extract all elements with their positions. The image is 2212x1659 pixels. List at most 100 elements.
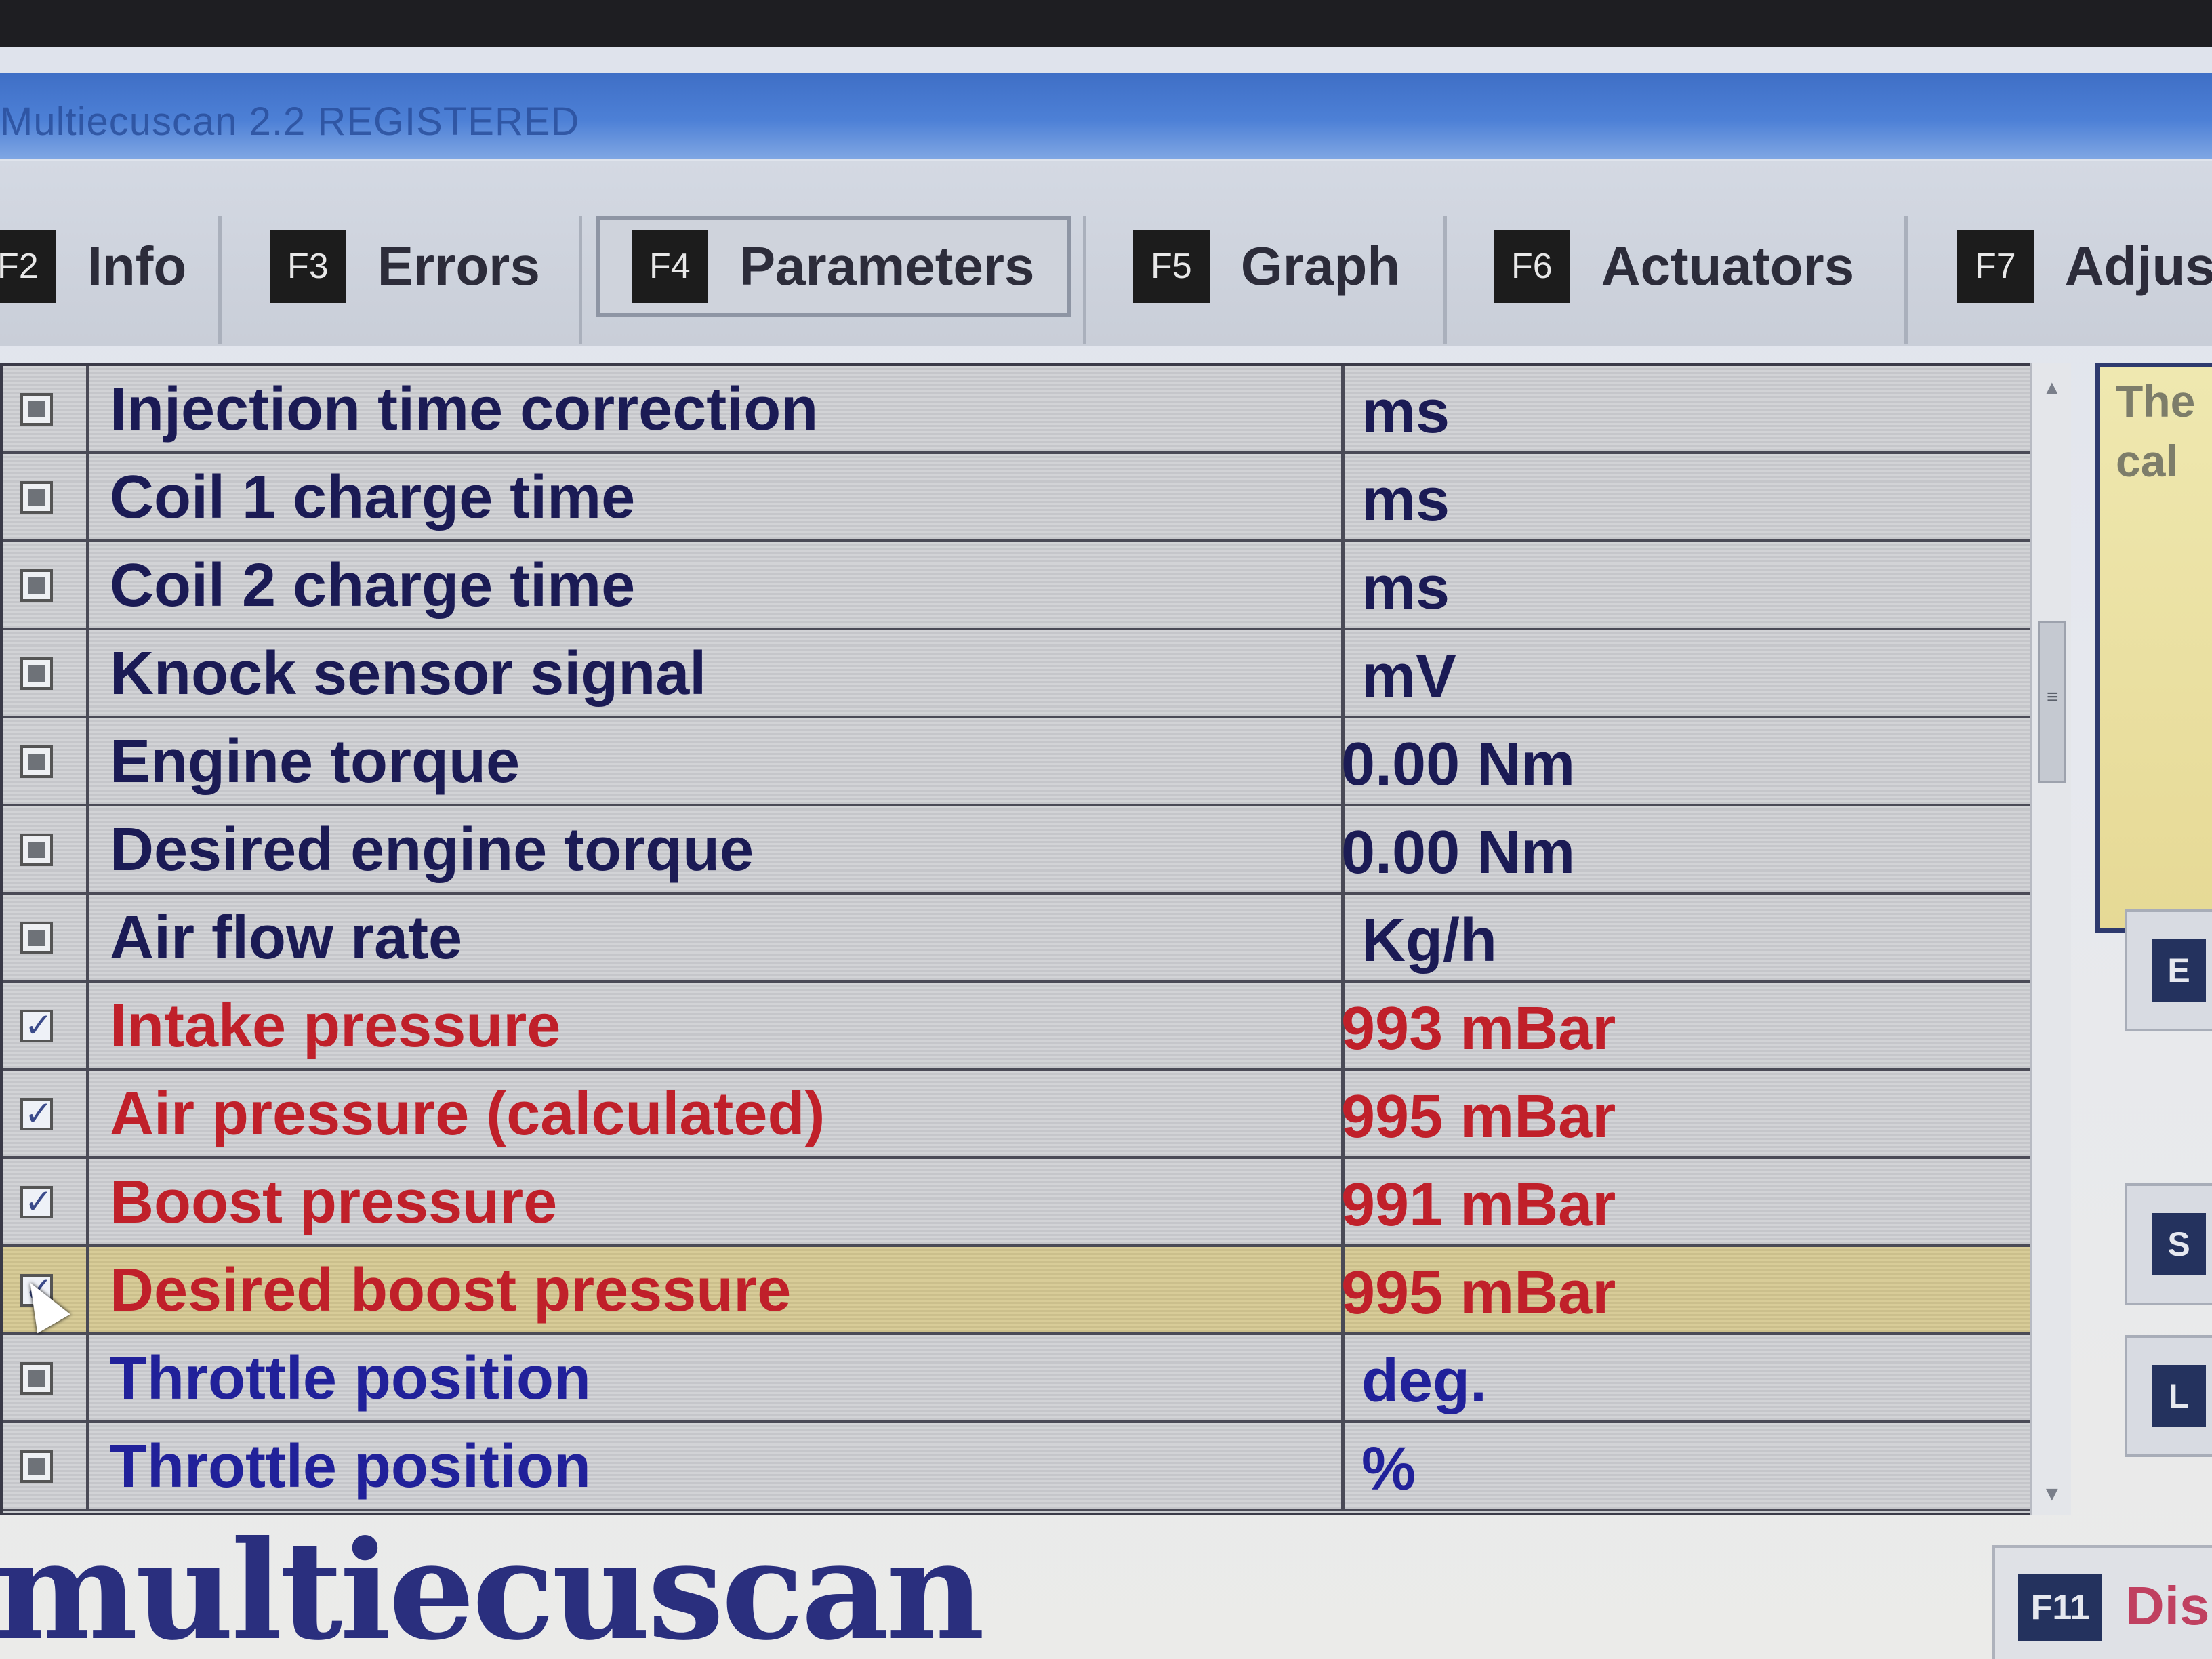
tab-info[interactable]: F2 Info (0, 216, 186, 317)
parameter-name: Air flow rate (110, 904, 463, 972)
side-button-s[interactable]: S (2125, 1183, 2212, 1305)
parameters-grid: Injection time correction ms Coil 1 char… (0, 363, 2033, 1515)
parameter-checkbox[interactable] (20, 922, 53, 954)
tab-info-key: F2 (0, 230, 56, 303)
parameter-row[interactable]: Intake pressure 993 mBar (3, 983, 2030, 1071)
scroll-down-icon[interactable]: ▼ (2042, 1483, 2062, 1506)
tab-errors-key: F3 (270, 230, 346, 303)
parameter-checkbox[interactable] (20, 1362, 53, 1395)
parameter-name: Air pressure (calculated) (110, 1080, 825, 1148)
tab-actuators[interactable]: F6 Actuators (1494, 216, 1854, 317)
parameter-checkbox[interactable] (20, 745, 53, 778)
scrollbar-thumb[interactable]: ≡ (2038, 621, 2066, 783)
tab-actuators-key: F6 (1494, 230, 1570, 303)
checkbox-cell (3, 454, 89, 539)
parameter-checkbox[interactable] (20, 1450, 53, 1483)
tab-graph[interactable]: F5 Graph (1133, 216, 1400, 317)
column-divider (1341, 1423, 1345, 1509)
tab-errors-label: Errors (377, 236, 540, 296)
parameter-value: deg. (1361, 1347, 1488, 1415)
description-text: The cal (2116, 376, 2196, 486)
parameter-row[interactable]: Boost pressure 991 mBar (3, 1159, 2030, 1247)
column-divider (1341, 454, 1345, 539)
tab-info-label: Info (87, 236, 187, 296)
tab-separator (1904, 216, 1908, 344)
checkbox-cell (3, 895, 89, 980)
checkbox-cell (3, 1159, 89, 1244)
parameter-checkbox[interactable] (20, 834, 53, 866)
tab-parameters-key: F4 (632, 230, 708, 303)
tab-parameters-label: Parameters (739, 236, 1035, 296)
column-divider (1341, 542, 1345, 628)
parameter-row[interactable]: Engine torque 0.00 Nm (3, 718, 2030, 806)
parameter-checkbox[interactable] (20, 1182, 53, 1221)
parameter-checkbox[interactable] (20, 657, 53, 690)
parameter-value: ms (1361, 378, 1450, 446)
checkbox-cell (3, 806, 89, 892)
parameter-checkbox[interactable] (20, 1094, 53, 1133)
side-button-s-key: S (2152, 1213, 2206, 1275)
parameter-value: 991 mBar (1341, 1171, 1616, 1239)
parameter-name: Throttle position (110, 1433, 591, 1500)
parameter-value: Kg/h (1361, 907, 1497, 975)
column-divider (1341, 895, 1345, 980)
parameter-value: % (1361, 1435, 1416, 1503)
parameter-value: 0.00 Nm (1341, 731, 1576, 798)
parameter-name: Boost pressure (110, 1168, 558, 1236)
title-bar: Multiecuscan 2.2 REGISTERED (0, 73, 2212, 159)
disconnect-button[interactable]: F11 Dis (1992, 1545, 2212, 1659)
parameter-name: Throttle position (110, 1345, 591, 1412)
column-divider (1341, 630, 1345, 716)
side-button-e-key: E (2152, 939, 2206, 1002)
parameter-value: mV (1361, 642, 1457, 710)
parameter-name: Desired engine torque (110, 816, 754, 884)
checkbox-cell (3, 1423, 89, 1509)
checkbox-cell (3, 718, 89, 804)
parameter-row[interactable]: Throttle position deg. (3, 1335, 2030, 1423)
checkbox-cell (3, 1335, 89, 1420)
parameter-checkbox[interactable] (20, 1006, 53, 1045)
column-divider (1341, 366, 1345, 451)
multiecuscan-logo: multiecuscan (0, 1511, 985, 1659)
parameter-name: Coil 1 charge time (110, 464, 636, 531)
checkbox-cell (3, 983, 89, 1068)
tab-bar: F2 Info F3 Errors F4 Parameters F5 Graph… (0, 161, 2212, 346)
side-button-l[interactable]: L (2125, 1335, 2212, 1457)
parameter-value: 995 mBar (1341, 1083, 1616, 1151)
parameter-value: ms (1361, 466, 1450, 534)
parameter-row[interactable]: Knock sensor signal mV (3, 630, 2030, 718)
parameter-row[interactable]: Throttle position % (3, 1423, 2030, 1511)
parameter-name: Engine torque (110, 728, 520, 796)
parameter-row-selected[interactable]: Desired boost pressure 995 mBar (3, 1247, 2030, 1335)
tab-graph-label: Graph (1240, 236, 1401, 296)
tab-parameters[interactable]: F4 Parameters (596, 216, 1071, 317)
parameter-name: Coil 2 charge time (110, 552, 636, 619)
parameter-row[interactable]: Coil 1 charge time ms (3, 454, 2030, 542)
parameter-row[interactable]: Desired engine torque 0.00 Nm (3, 806, 2030, 895)
parameter-row[interactable]: Coil 2 charge time ms (3, 542, 2030, 630)
vertical-scrollbar[interactable]: ▲ ≡ ▼ (2030, 363, 2071, 1515)
parameter-row[interactable]: Air flow rate Kg/h (3, 895, 2030, 983)
parameter-checkbox[interactable] (20, 569, 53, 602)
grip-lines-icon: ≡ (2047, 686, 2059, 708)
scroll-up-icon[interactable]: ▲ (2042, 377, 2062, 400)
parameter-name: Desired boost pressure (110, 1256, 792, 1324)
parameter-name: Intake pressure (110, 992, 561, 1060)
tab-errors[interactable]: F3 Errors (270, 216, 540, 317)
parameter-value: 995 mBar (1341, 1259, 1616, 1327)
parameter-row[interactable]: Air pressure (calculated) 995 mBar (3, 1071, 2030, 1159)
parameter-row[interactable]: Injection time correction ms (3, 366, 2030, 454)
tab-adjustments-label: Adjus (2064, 236, 2212, 296)
tab-adjustments-key: F7 (1957, 230, 2034, 303)
checkbox-cell (3, 366, 89, 451)
tab-separator (218, 216, 222, 344)
side-button-e[interactable]: E (2125, 909, 2212, 1031)
parameter-value: 0.00 Nm (1341, 819, 1576, 886)
disconnect-button-label: Dis (2125, 1576, 2210, 1636)
parameter-value: 993 mBar (1341, 995, 1616, 1063)
parameter-name: Injection time correction (110, 375, 819, 443)
parameter-checkbox[interactable] (20, 481, 53, 514)
parameter-checkbox[interactable] (20, 393, 53, 426)
tab-adjustments[interactable]: F7 Adjus (1957, 216, 2212, 317)
app-window: Multiecuscan 2.2 REGISTERED F2 Info F3 E… (0, 47, 2212, 1659)
